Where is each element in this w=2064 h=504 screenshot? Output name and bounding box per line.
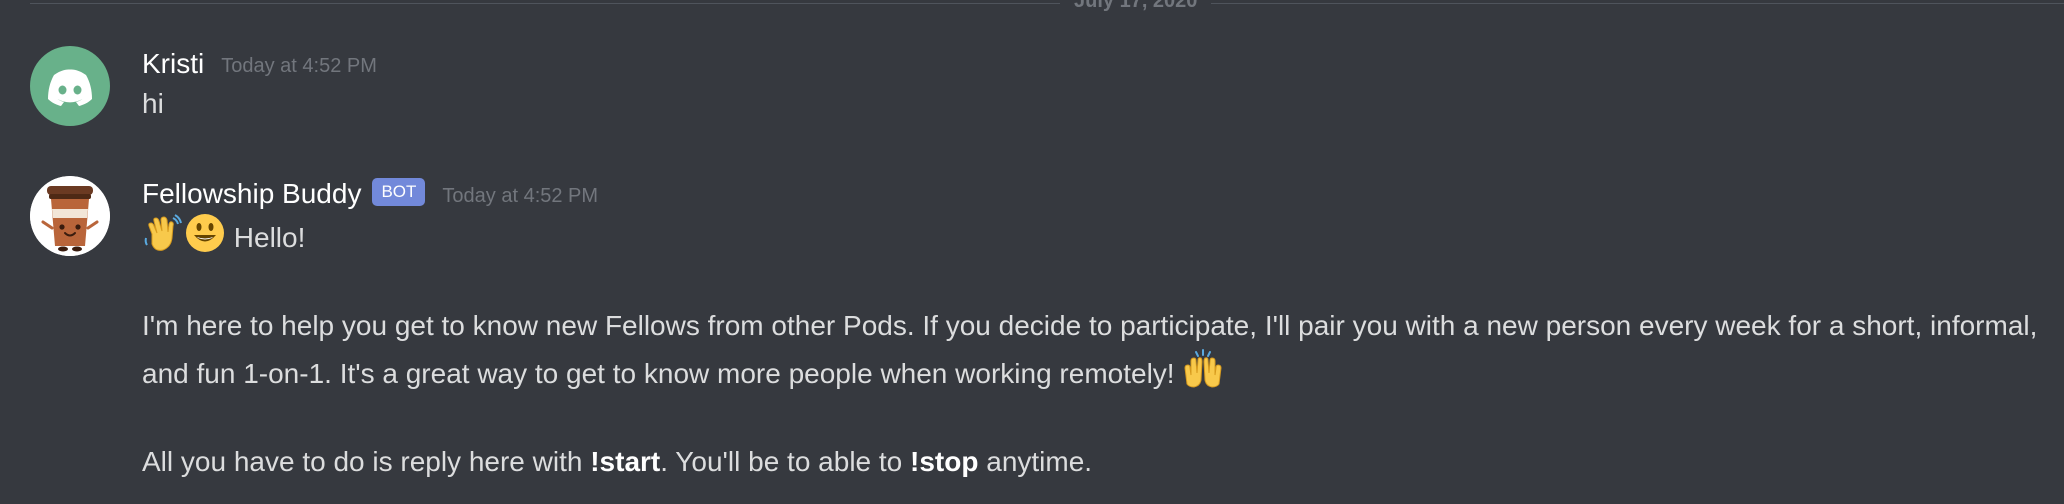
discord-logo-icon <box>48 69 92 106</box>
greeting-text: Hello! <box>233 222 306 253</box>
date-divider: July 17, 2020 <box>30 0 2064 11</box>
date-divider-label: July 17, 2020 <box>1060 0 1212 11</box>
message-text: Hello! I'm here to help you get to know … <box>142 212 2064 484</box>
stop-command: !stop <box>910 446 979 477</box>
start-command: !start <box>590 446 661 477</box>
bot-tag-badge: BOT <box>372 178 426 206</box>
timestamp[interactable]: Today at 4:52 PM <box>442 185 598 208</box>
message-text: hi <box>142 88 164 119</box>
username[interactable]: Fellowship Buddy <box>142 176 361 212</box>
avatar[interactable] <box>30 46 110 126</box>
raised-hands-emoji-icon <box>1184 349 1222 388</box>
instructions-prefix: All you have to do is reply here with <box>142 446 591 477</box>
instructions-suffix: anytime. <box>978 446 1093 477</box>
instructions-paragraph: All you have to do is reply here with !s… <box>142 440 2064 484</box>
smiley-face-emoji-icon <box>186 214 224 252</box>
message-fellowship-buddy: Fellowship Buddy BOT Today at 4:52 PM He… <box>0 176 2064 486</box>
intro-paragraph-text: I'm here to help you get to know new Fel… <box>142 310 2038 389</box>
username[interactable]: Kristi <box>142 46 204 82</box>
instructions-middle: . You'll be to able to <box>660 446 911 477</box>
timestamp[interactable]: Today at 4:52 PM <box>221 55 377 78</box>
message-kristi: Kristi Today at 4:52 PM hi <box>0 46 2064 136</box>
avatar[interactable] <box>30 176 110 256</box>
greeting-line: Hello! <box>142 212 2064 260</box>
intro-paragraph: I'm here to help you get to know new Fel… <box>142 304 2064 396</box>
coffee-cup-mascot-icon <box>30 176 110 256</box>
waving-hand-emoji-icon <box>144 214 182 251</box>
